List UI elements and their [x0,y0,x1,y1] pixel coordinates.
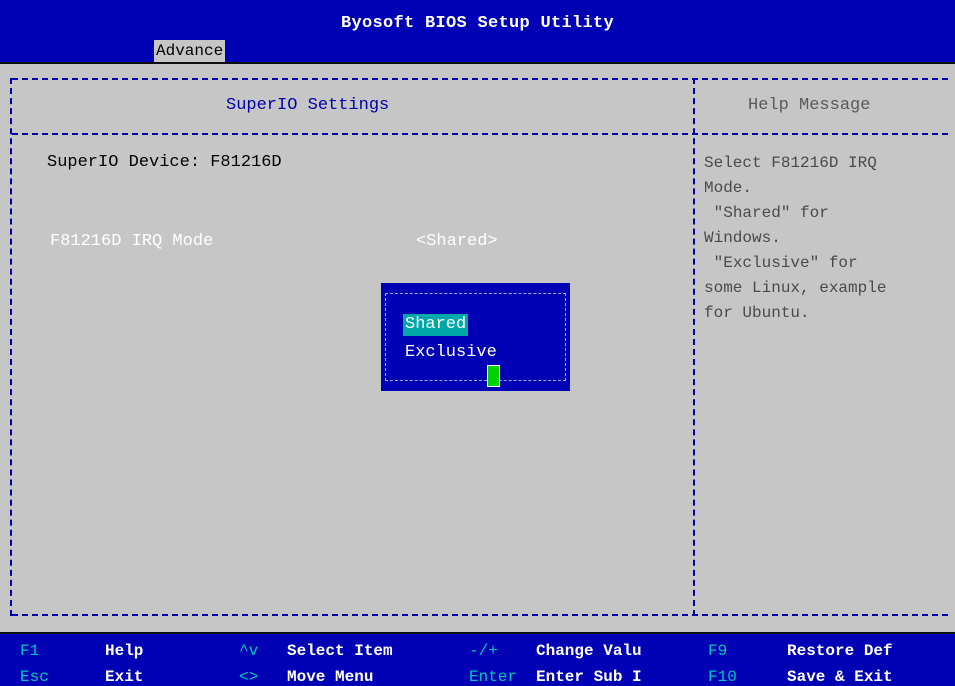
title-bar: Byosoft BIOS Setup Utility Advance [0,0,955,64]
top-divider [12,78,948,80]
key-leftright: <> [239,668,259,686]
key-updown-desc: Select Item [287,642,393,660]
left-border [10,78,12,616]
option-shared[interactable]: Shared [403,314,469,336]
app-title: Byosoft BIOS Setup Utility [340,14,615,33]
key-f9-desc: Restore Def [787,642,893,660]
tab-advance[interactable]: Advance [154,40,226,62]
key-enter-desc: Enter Sub I [536,668,642,686]
key-enter: Enter [469,668,518,686]
text-cursor [487,365,500,387]
key-updown: ^v [239,642,259,660]
key-plusminus-desc: Change Valu [536,642,642,660]
superio-device-label: SuperIO Device: F81216D [47,153,282,172]
key-f1: F1 [20,642,40,660]
bottom-divider [12,614,948,616]
key-f10: F10 [708,668,737,686]
key-f1-desc: Help [105,642,144,660]
option-popup: Shared Exclusive [381,283,570,391]
irq-mode-label[interactable]: F81216D IRQ Mode [50,232,213,251]
key-leftright-desc: Move Menu [287,668,374,686]
key-help-bar: F1 Help ^v Select Item -/+ Change Valu F… [0,632,955,686]
bios-screen: Byosoft BIOS Setup Utility Advance Super… [0,0,955,686]
help-title: Help Message [748,96,871,115]
option-exclusive[interactable]: Exclusive [403,342,499,364]
header-divider [12,133,948,135]
key-esc: Esc [20,668,49,686]
key-f9: F9 [708,642,728,660]
key-plusminus: -/+ [469,642,498,660]
key-f10-desc: Save & Exit [787,668,893,686]
irq-mode-value[interactable]: <Shared> [416,232,498,251]
column-divider [693,78,695,616]
section-title: SuperIO Settings [226,96,390,115]
key-esc-desc: Exit [105,668,144,686]
help-message-text: Select F81216D IRQ Mode. "Shared" for Wi… [704,154,887,322]
popup-frame [385,293,566,381]
